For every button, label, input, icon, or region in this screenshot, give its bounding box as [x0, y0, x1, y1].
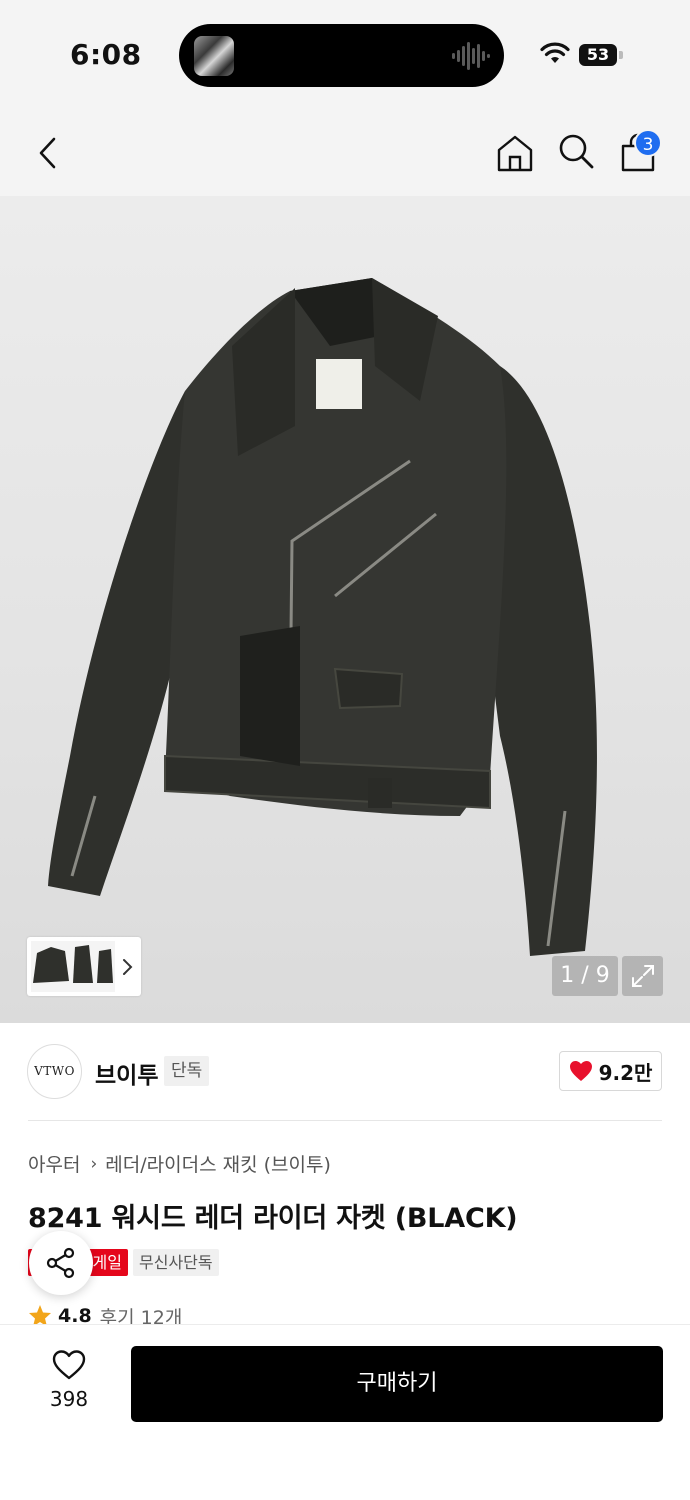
status-time: 6:08: [70, 38, 142, 71]
share-button[interactable]: [29, 1231, 93, 1295]
chevron-left-icon: [39, 137, 56, 169]
home-button[interactable]: [491, 129, 539, 177]
heart-outline-icon: [52, 1350, 86, 1380]
buy-button[interactable]: 구매하기: [131, 1346, 663, 1422]
expand-image-button[interactable]: [622, 956, 663, 996]
expand-icon: [631, 965, 654, 987]
search-icon: [559, 134, 594, 169]
battery-indicator: 53: [579, 44, 617, 66]
heart-filled-icon: [569, 1061, 592, 1081]
home-icon: [497, 135, 533, 172]
status-bar: 6:08 53: [0, 0, 690, 110]
chevron-right-icon: ›: [90, 1153, 98, 1174]
bottom-action-bar: 398 구매하기: [0, 1324, 690, 1500]
back-button[interactable]: [25, 129, 73, 177]
chevron-right-icon: [123, 959, 133, 975]
wishlist-button[interactable]: 398: [33, 1349, 105, 1419]
product-image: [48, 278, 597, 956]
wishlist-count: 398: [49, 1387, 89, 1411]
product-title: 8241 워시드 레더 라이더 자켓 (BLACK): [28, 1203, 518, 1234]
musinsa-exclusive-tag: 무신사단독: [133, 1249, 219, 1276]
top-navigation: [0, 110, 690, 196]
image-pager: 1 / 9: [552, 956, 618, 996]
brand-logo[interactable]: VTWO: [27, 1044, 82, 1099]
wifi-icon: [540, 42, 570, 63]
breadcrumb-subcategory[interactable]: 레더/라이더스 재킷 (브이투): [105, 1150, 331, 1177]
product-image-gallery[interactable]: 1 / 9: [0, 196, 690, 1023]
breadcrumb-category[interactable]: 아우터: [28, 1150, 80, 1177]
dynamic-island[interactable]: [179, 24, 504, 87]
search-button[interactable]: [552, 127, 600, 175]
now-playing-artwork: [194, 36, 234, 76]
brand-like-button[interactable]: 9.2만: [559, 1051, 662, 1091]
thumbnail-strip-button[interactable]: [27, 937, 141, 996]
brand-name[interactable]: 브이투: [95, 1056, 158, 1090]
brand-exclusive-tag: 단독: [164, 1056, 210, 1086]
thumbnail-images: [31, 941, 115, 992]
divider: [28, 1120, 662, 1121]
audio-waveform-icon: [452, 42, 490, 70]
battery-cap: [619, 51, 623, 59]
breadcrumb: 아우터 › 레더/라이더스 재킷 (브이투): [28, 1150, 331, 1177]
share-icon: [46, 1247, 75, 1279]
brand-like-count: 9.2만: [598, 1060, 653, 1085]
cart-count-badge: 3: [634, 129, 662, 157]
